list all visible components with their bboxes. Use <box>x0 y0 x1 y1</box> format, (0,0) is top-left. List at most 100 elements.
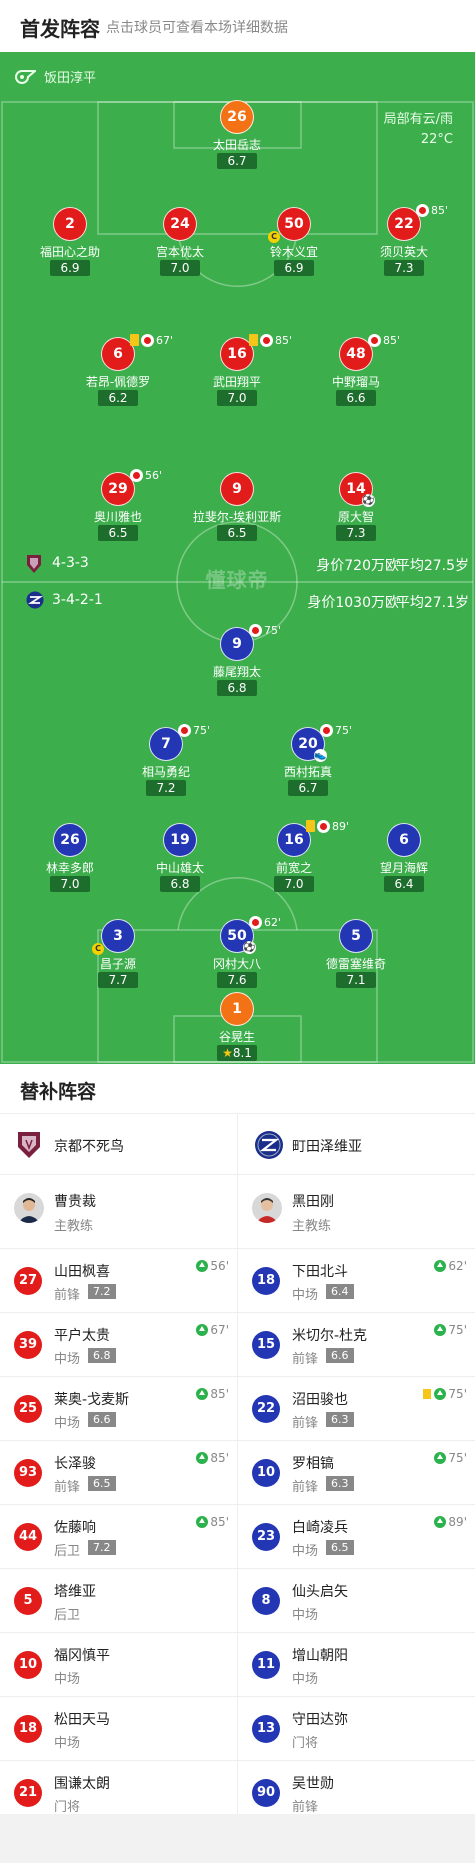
sub-row[interactable]: 13 守田达弥 门将 <box>238 1697 475 1761</box>
sub-position: 前锋 <box>54 1480 81 1495</box>
sub-number: 93 <box>14 1459 42 1487</box>
sub-out-minute: 75' <box>264 623 282 637</box>
sub-position: 门将 <box>54 1800 81 1815</box>
sub-name: 守田达弥 <box>292 1712 348 1728</box>
home-team-name: 京都不死鸟 <box>54 1139 124 1155</box>
sub-out-minute: 85' <box>431 203 449 217</box>
player-number: 5 <box>339 919 373 953</box>
sub-in-icon <box>196 1260 209 1272</box>
sub-row[interactable]: 10 罗相镐 前锋 6.3 75' <box>238 1441 475 1505</box>
sub-row[interactable]: 11 增山朝阳 中场 <box>238 1633 475 1697</box>
sub-in-minute: 75' <box>448 1323 467 1337</box>
sub-position: 中场 <box>54 1672 81 1687</box>
player-events: 75' <box>249 623 281 637</box>
sub-name: 吴世勋 <box>292 1776 334 1792</box>
sub-row[interactable]: 15 米切尔-杜克 前锋 6.6 75' <box>238 1313 475 1377</box>
sub-position: 中场 <box>292 1288 319 1303</box>
coach-role: 主教练 <box>292 1219 332 1234</box>
coach-name: 曹贵裁 <box>54 1194 96 1210</box>
sub-row[interactable]: 44 佐藤响 后卫 7.2 85' <box>0 1505 237 1569</box>
sub-position: 中场 <box>292 1608 319 1623</box>
sub-position: 前锋 <box>292 1480 319 1495</box>
home-team-header[interactable]: 京都不死鸟 <box>0 1114 237 1175</box>
away-coach[interactable]: 黑田刚 主教练 <box>238 1175 475 1249</box>
sub-row[interactable]: 23 白崎凌兵 中场 6.5 89' <box>238 1505 475 1569</box>
sub-in-minute: 85' <box>210 1387 229 1401</box>
player-rating: 6.6 <box>336 390 376 406</box>
sub-out-minute: 85' <box>383 333 401 347</box>
sub-row[interactable]: 90 吴世勋 前锋 <box>238 1761 475 1824</box>
assist-icon: 👟 <box>314 749 327 762</box>
player-events: 85' <box>368 333 400 347</box>
sub-row[interactable]: 22 沼田骏也 前锋 6.3 75' <box>238 1377 475 1441</box>
sub-name: 仙头启矢 <box>292 1584 348 1600</box>
player-rating: 6.4 <box>384 876 424 892</box>
player-events: 62' <box>249 915 281 929</box>
weather: 局部有云/雨 22°C <box>384 110 453 150</box>
sub-row[interactable]: 8 仙头启矢 中场 <box>238 1569 475 1633</box>
sub-out-minute: 56' <box>145 468 163 482</box>
sub-in: 56' <box>196 1259 229 1273</box>
sub-out-icon <box>249 623 262 637</box>
sub-position: 后卫 <box>54 1544 81 1559</box>
player-rating: 6.8 <box>160 876 200 892</box>
sub-in: 85' <box>196 1451 229 1465</box>
player-number: 9 <box>220 472 254 506</box>
player-number: 24 <box>163 207 197 241</box>
sub-out-minute: 75' <box>193 723 211 737</box>
subs-title: 替补阵容 <box>20 1081 97 1103</box>
sub-row[interactable]: 10 福冈慎平 中场 <box>0 1633 237 1697</box>
player-name: 谷晃生 <box>218 1030 255 1044</box>
sub-row[interactable]: 27 山田枫喜 前锋 7.2 56' <box>0 1249 237 1313</box>
home-coach[interactable]: 曹贵裁 主教练 <box>0 1175 237 1249</box>
yellow-card-icon <box>130 334 139 346</box>
sub-out-icon <box>130 468 143 482</box>
sub-row[interactable]: 25 莱奥-戈麦斯 中场 6.6 85' <box>0 1377 237 1441</box>
sub-row[interactable]: 18 松田天马 中场 <box>0 1697 237 1761</box>
sub-out-minute: 67' <box>156 333 174 347</box>
player-rating: 6.2 <box>98 390 138 406</box>
goal-icon: ⚽ <box>243 941 256 954</box>
sub-name: 下田北斗 <box>292 1264 348 1280</box>
player-name: 拉斐尔-埃利亚斯 <box>192 510 282 524</box>
sub-in-icon <box>196 1388 209 1400</box>
sub-name: 罗相镐 <box>292 1456 334 1472</box>
sub-out-icon <box>368 333 381 347</box>
sub-position: 中场 <box>54 1736 81 1751</box>
sub-name: 长泽骏 <box>54 1456 96 1472</box>
sub-row[interactable]: 21 围谦太朗 门将 <box>0 1761 237 1824</box>
sub-row[interactable]: 18 下田北斗 中场 6.4 62' <box>238 1249 475 1313</box>
player-rating: 6.9 <box>50 260 90 276</box>
player-name: 林幸多郎 <box>45 861 94 875</box>
sub-number: 39 <box>14 1331 42 1359</box>
sub-out-icon <box>249 915 262 929</box>
sub-in-icon <box>434 1516 447 1528</box>
home-value: 身价720万欧 <box>316 558 399 574</box>
player-rating: 7.3 <box>384 260 424 276</box>
sub-number: 23 <box>252 1523 280 1551</box>
whistle-icon <box>14 70 36 84</box>
sub-row[interactable]: 39 平户太贵 中场 6.8 67' <box>0 1313 237 1377</box>
sub-row[interactable]: 93 长泽骏 前锋 6.5 85' <box>0 1441 237 1505</box>
player-name: 望月海辉 <box>379 861 428 875</box>
player-events: 85' <box>416 203 448 217</box>
sub-row[interactable]: 5 塔维亚 后卫 <box>0 1569 237 1633</box>
sub-rating: 6.3 <box>326 1412 354 1427</box>
sub-number: 18 <box>252 1267 280 1295</box>
player-events: 89' <box>306 819 349 833</box>
player-rating: 8.1 <box>232 1046 252 1060</box>
sub-number: 8 <box>252 1587 280 1615</box>
kyoto-logo-icon <box>27 555 41 573</box>
player-name: 奥川雅也 <box>93 510 142 524</box>
player-name: 中野瑠马 <box>331 375 380 389</box>
sub-number: 5 <box>14 1587 42 1615</box>
sub-position: 中场 <box>54 1352 81 1367</box>
sub-name: 围谦太朗 <box>54 1776 110 1792</box>
away-team-header[interactable]: 町田泽维亚 <box>238 1114 475 1175</box>
sub-number: 27 <box>14 1267 42 1295</box>
sub-position: 门将 <box>292 1736 319 1751</box>
sub-number: 22 <box>252 1395 280 1423</box>
sub-position: 中场 <box>292 1544 319 1559</box>
sub-position: 前锋 <box>54 1288 81 1303</box>
player-rating: 7.6 <box>217 972 257 988</box>
